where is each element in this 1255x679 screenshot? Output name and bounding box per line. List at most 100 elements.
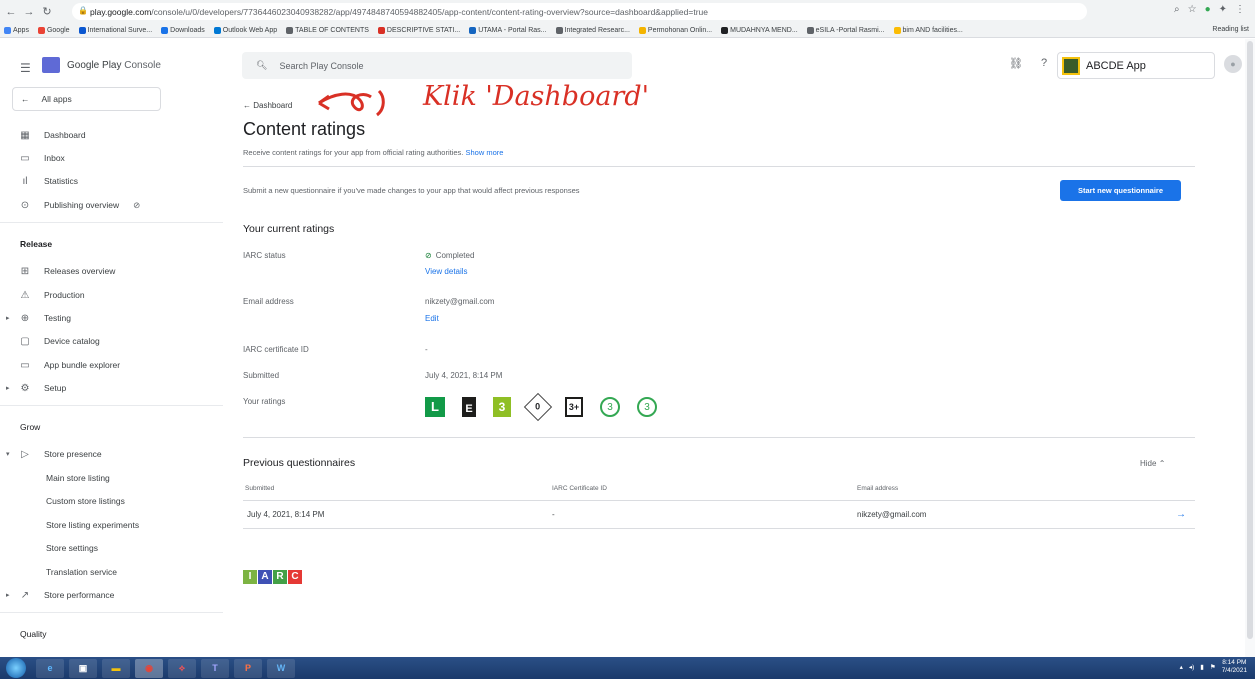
rating-badge-usk: 0 xyxy=(523,392,553,422)
system-tray: ▴ ◂) ▮ ⚑ 8:14 PM 7/4/2021 xyxy=(1180,659,1247,675)
inbox-icon: ▭ xyxy=(20,152,30,164)
annotation-text: Klik 'Dashboard' xyxy=(423,81,650,112)
sidebar-item-custom-store-listings[interactable]: Custom store listings xyxy=(46,493,125,509)
back-arrow-icon: ← xyxy=(21,94,30,104)
bookmark-item[interactable]: TABLE OF CONTENTS xyxy=(286,26,369,34)
bookmark-item[interactable]: Apps xyxy=(4,26,29,34)
sidebar-item-store-performance[interactable]: ▸ ↗ Store performance xyxy=(6,587,114,603)
bookmark-item[interactable]: Downloads xyxy=(161,26,205,34)
product-logo-text: Google Play Console xyxy=(67,60,161,71)
edit-email-link[interactable]: Edit xyxy=(425,314,439,323)
back-to-dashboard-link[interactable]: ← Dashboard xyxy=(243,101,292,110)
bookmark-icon xyxy=(638,26,646,34)
sidebar-item-store-listing-experiments[interactable]: Store listing experiments xyxy=(46,517,139,533)
rating-badge-esrb: E xyxy=(462,397,476,417)
rating-badge-circle: 3 xyxy=(600,397,620,417)
view-details-link[interactable]: View details xyxy=(425,267,468,276)
clock[interactable]: 8:14 PM 7/4/2021 xyxy=(1222,659,1247,675)
sidebar-item-production[interactable]: ⚠ Production xyxy=(18,287,85,303)
hide-button[interactable]: Hide ⌃ xyxy=(1140,459,1165,468)
sidebar-divider xyxy=(0,405,223,406)
sidebar: ☰ Google Play Console ← All apps ▦ Dashboa… xyxy=(0,39,223,657)
sidebar-item-dashboard[interactable]: ▦ Dashboard xyxy=(18,127,85,143)
zoom-icon[interactable]: ⌕ xyxy=(1174,4,1180,15)
reading-list[interactable]: Reading list xyxy=(1206,26,1249,33)
sidebar-item-setup[interactable]: ▸ ⚙ Setup xyxy=(6,380,66,396)
sidebar-item-translation-service[interactable]: Translation service xyxy=(46,564,117,580)
menu-icon[interactable]: ☰ xyxy=(20,61,31,75)
expand-icon[interactable]: ▸ xyxy=(6,314,10,322)
sidebar-item-publishing-overview[interactable]: ⊙ Publishing overview ⊘ xyxy=(18,197,140,213)
show-more-link[interactable]: Show more xyxy=(465,148,503,157)
scrollbar-thumb[interactable] xyxy=(1247,41,1253,639)
tray-arrow-icon[interactable]: ▴ xyxy=(1180,663,1183,671)
avatar[interactable]: ● xyxy=(1224,55,1242,73)
bookmark-item[interactable]: DESCRIPTIVE STATI... xyxy=(377,26,460,34)
extension-icon[interactable]: ● xyxy=(1205,4,1211,15)
sidebar-item-device-catalog[interactable]: ▢ Device catalog xyxy=(18,333,100,349)
divider xyxy=(243,500,1195,501)
media-player-icon[interactable]: ▣ xyxy=(69,658,97,678)
outlook-icon xyxy=(213,26,221,34)
sidebar-item-main-store-listing[interactable]: Main store listing xyxy=(46,470,110,486)
file-explorer-icon[interactable]: ▬ xyxy=(102,658,130,678)
bookmark-icon xyxy=(78,26,86,34)
bookmark-item[interactable]: UTAMA - Portal Ras... xyxy=(469,26,547,34)
star-icon[interactable]: ☆ xyxy=(1188,4,1197,15)
ratings-badges: L E 3 0 3+ 3 3 xyxy=(425,392,657,422)
address-bar[interactable]: 🔒 play.google.com/console/u/0/developers… xyxy=(72,3,1087,20)
start-new-questionnaire-button[interactable]: Start new questionnaire xyxy=(1060,180,1181,201)
teams-icon[interactable]: T xyxy=(201,658,229,678)
volume-icon[interactable]: ◂) xyxy=(1189,663,1194,671)
divider xyxy=(243,166,1195,167)
email-value: nikzety@gmail.com xyxy=(425,297,495,306)
divider xyxy=(243,528,1195,529)
sidebar-divider xyxy=(0,222,223,223)
bookmark-icon xyxy=(893,26,901,34)
sidebar-item-testing[interactable]: ▸ ⊕ Testing xyxy=(6,310,71,326)
submit-instructions: Submit a new questionnaire if you've mad… xyxy=(243,186,580,195)
sidebar-item-releases-overview[interactable]: ⊞ Releases overview xyxy=(18,263,116,279)
bookmark-item[interactable]: eSILA -Portal Rasmi... xyxy=(806,26,885,34)
bookmark-item[interactable]: MUDAHNYA MEND... xyxy=(721,26,798,34)
all-apps-button[interactable]: ← All apps xyxy=(12,87,161,111)
menu-dots-icon[interactable]: ⋮ xyxy=(1235,4,1245,15)
bookmark-item[interactable]: Permohonan Onlin... xyxy=(638,26,712,34)
sidebar-item-store-presence[interactable]: ▾ ▷ Store presence xyxy=(6,446,102,462)
internet-explorer-icon[interactable]: e xyxy=(36,658,64,678)
sidebar-heading-quality: Quality xyxy=(20,629,47,639)
trend-icon: ↗ xyxy=(20,589,30,601)
collapse-icon[interactable]: ▾ xyxy=(6,450,10,458)
sidebar-heading-grow: Grow xyxy=(20,422,41,432)
signal-icon[interactable]: ▮ xyxy=(1200,663,1204,671)
download-icon xyxy=(161,26,169,34)
chrome-icon[interactable]: ◉ xyxy=(135,658,163,678)
forward-arrow-icon[interactable]: → xyxy=(22,6,36,18)
iarc-status-label: IARC status xyxy=(243,251,286,260)
bookmark-item[interactable]: Google xyxy=(37,26,70,34)
expand-icon[interactable]: ▸ xyxy=(6,591,10,599)
acrobat-icon[interactable]: ⟡ xyxy=(168,658,196,678)
puzzle-icon[interactable]: ✦ xyxy=(1219,4,1227,15)
bookmark-item[interactable]: bim AND facilities... xyxy=(893,26,963,34)
submitted-label: Submitted xyxy=(243,371,280,380)
sidebar-item-inbox[interactable]: ▭ Inbox xyxy=(18,150,65,166)
sidebar-item-store-settings[interactable]: Store settings xyxy=(46,540,98,556)
globe-icon xyxy=(555,26,563,34)
sidebar-item-statistics[interactable]: ıl Statistics xyxy=(18,173,79,189)
sidebar-item-app-bundle-explorer[interactable]: ▭ App bundle explorer xyxy=(18,357,120,373)
expand-icon[interactable]: ▸ xyxy=(6,384,10,392)
reload-icon[interactable]: ↻ xyxy=(40,5,54,18)
start-button[interactable] xyxy=(6,658,26,678)
back-arrow-icon[interactable]: ← xyxy=(4,6,18,18)
bookmark-item[interactable]: Integrated Researc... xyxy=(555,26,630,34)
bookmark-item[interactable]: Outlook Web App xyxy=(213,26,277,34)
flag-icon[interactable]: ⚑ xyxy=(1210,663,1216,671)
browser-toolbar: ← → ↻ 🔒 play.google.com/console/u/0/deve… xyxy=(0,0,1255,23)
powerpoint-icon[interactable]: P xyxy=(234,658,262,678)
bookmark-icon xyxy=(469,26,477,34)
open-questionnaire-arrow-icon[interactable]: → xyxy=(1176,509,1186,520)
globe-icon xyxy=(806,26,814,34)
word-icon[interactable]: W xyxy=(267,658,295,678)
bookmark-item[interactable]: International Surve... xyxy=(78,26,152,34)
